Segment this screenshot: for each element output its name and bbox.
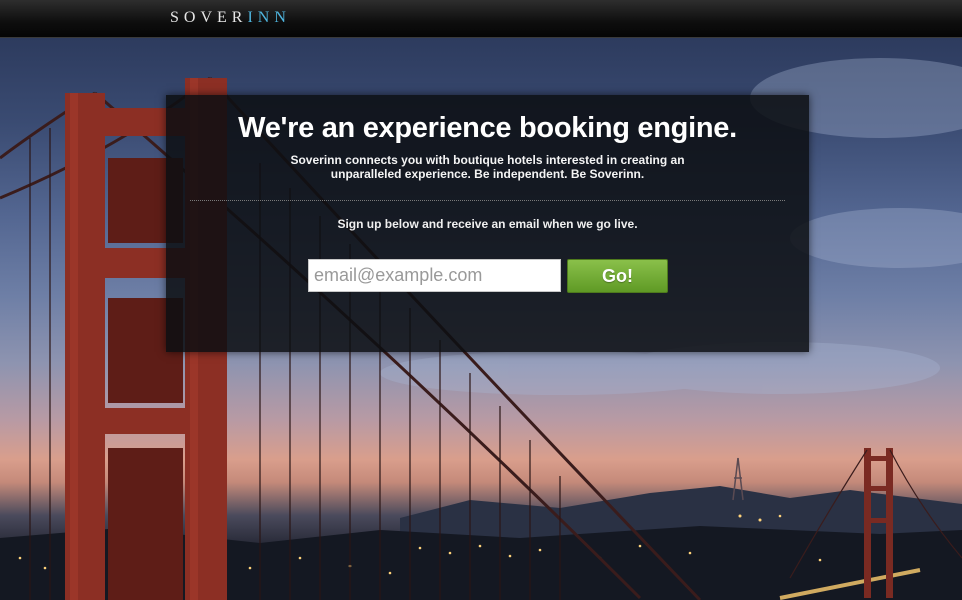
signup-prompt: Sign up below and receive an email when … (337, 217, 638, 231)
logo-text: SOVER (170, 9, 248, 26)
headline: We're an experience booking engine. (238, 112, 737, 144)
email-input[interactable] (308, 259, 561, 292)
go-button[interactable]: Go! (567, 259, 668, 293)
soverinn-logo[interactable]: SOVERINN (170, 9, 291, 27)
logo-accent-text: INN (247, 9, 291, 26)
signup-card: We're an experience booking engine. Sove… (166, 95, 809, 352)
top-bar: SOVERINN (0, 0, 962, 38)
dotted-divider (190, 200, 785, 201)
subtext: Soverinn connects you with boutique hote… (290, 153, 685, 181)
